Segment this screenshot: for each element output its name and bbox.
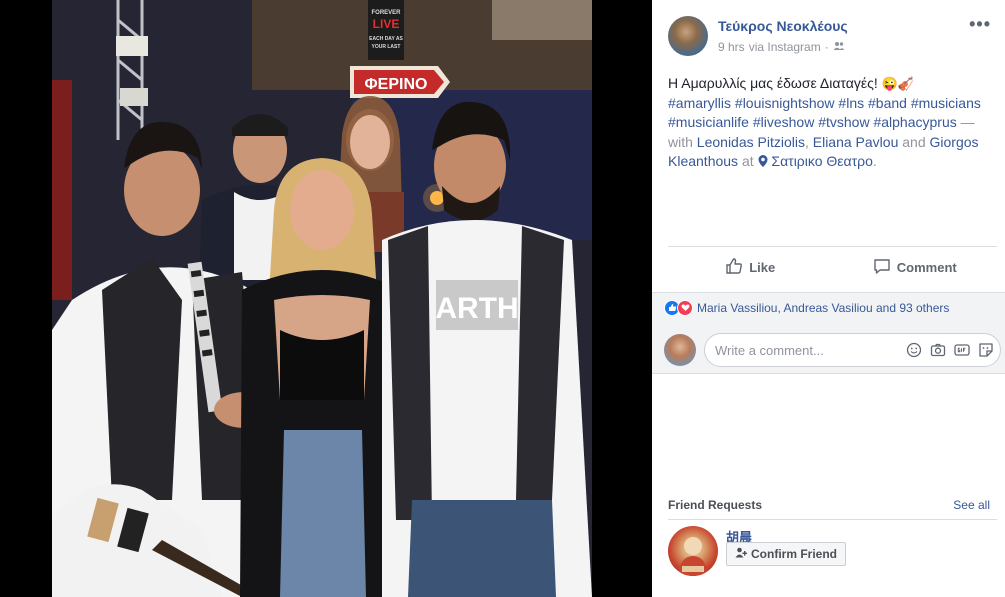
winking-tongue-emoji-icon: 😜 — [881, 76, 898, 91]
post-text: Η Αμαρυλλίς μας έδωσε Διαταγές! 😜🎻 #amar… — [652, 70, 1005, 172]
reactions-summary[interactable]: Maria Vassiliou, Andreas Vasiliou and 93… — [652, 292, 1005, 322]
post-header: Τεύκρος Νεοκλέους 9 hrs via Instagram · … — [652, 0, 1005, 70]
hashtag[interactable]: #lns — [838, 95, 864, 111]
friend-requests-title: Friend Requests — [668, 498, 763, 512]
reactions-text: Maria Vassiliou, Andreas Vasiliou and 93… — [697, 300, 950, 315]
confirm-friend-button[interactable]: Confirm Friend — [726, 542, 846, 566]
more-options-button[interactable]: ••• — [969, 14, 991, 35]
thumbs-up-icon — [725, 257, 743, 278]
hashtag[interactable]: #alphacyprus — [873, 114, 956, 130]
hashtag[interactable]: #musicians — [911, 95, 981, 111]
sign-arrow: ΦΕΡΙΝΟ — [365, 76, 428, 93]
dot-separator: · — [824, 40, 829, 54]
hashtag[interactable]: #amaryllis — [668, 95, 731, 111]
sticker-icon[interactable] — [978, 342, 994, 358]
sign-your-last: YOUR LAST — [372, 44, 401, 50]
comment-button[interactable]: Comment — [833, 257, 998, 278]
author-name[interactable]: Τεύκρος Νεοκλέους — [718, 18, 848, 34]
reaction-icons — [664, 299, 693, 316]
post-time[interactable]: 9 hrs — [718, 40, 745, 54]
requester-avatar[interactable] — [668, 526, 718, 576]
comment-bubble-icon — [873, 257, 891, 278]
hashtag[interactable]: #liveshow — [753, 114, 814, 130]
post-via: via Instagram — [748, 40, 821, 54]
like-button[interactable]: Like — [668, 257, 833, 278]
post-actions: Like Comment — [668, 246, 997, 287]
screen: FOREVER LIVE EACH DAY AS YOUR LAST ΦΕΡΙΝ… — [0, 0, 1005, 597]
add-friend-icon — [735, 547, 747, 561]
sign-each-day: EACH DAY AS — [369, 36, 403, 42]
comma-separator: , — [804, 133, 813, 150]
emoji-smile-icon[interactable] — [906, 342, 922, 358]
hashtag[interactable]: #band — [868, 95, 907, 111]
period: . — [872, 153, 877, 169]
tagged-person[interactable]: Leonidas Pitziolis — [697, 134, 805, 150]
photo-illustration: FOREVER LIVE EACH DAY AS YOUR LAST ΦΕΡΙΝ… — [52, 0, 592, 597]
post-caption: Η Αμαρυλλίς μας έδωσε Διαταγές! — [668, 75, 882, 91]
divider — [668, 519, 997, 520]
violin-emoji-icon: 🎻 — [897, 76, 914, 91]
and-separator: and — [898, 133, 930, 150]
gif-icon[interactable] — [954, 342, 970, 358]
location-pin-icon — [758, 153, 772, 169]
location-link[interactable]: Σατιρικο Θεατρο — [771, 153, 872, 169]
hashtag[interactable]: #musicianlife — [668, 114, 749, 130]
sign-live: LIVE — [373, 17, 400, 31]
like-label: Like — [749, 259, 776, 275]
tagged-person[interactable]: Eliana Pavlou — [813, 134, 899, 150]
at-word: at — [738, 153, 758, 169]
comment-label: Comment — [896, 259, 957, 275]
viewer-avatar[interactable] — [664, 334, 696, 366]
comment-input[interactable] — [715, 341, 895, 359]
comment-box[interactable] — [704, 333, 1001, 367]
see-all-link[interactable]: See all — [953, 498, 990, 512]
post-photo[interactable]: FOREVER LIVE EACH DAY AS YOUR LAST ΦΕΡΙΝ… — [52, 0, 592, 597]
friends-audience-icon[interactable] — [833, 40, 845, 54]
post-panel: Τεύκρος Νεοκλέους 9 hrs via Instagram · … — [652, 0, 1005, 597]
post-meta: 9 hrs via Instagram · — [718, 40, 845, 54]
hashtag[interactable]: #louisnightshow — [735, 95, 835, 111]
camera-icon[interactable] — [930, 342, 946, 358]
comment-composer — [652, 322, 1005, 374]
shirt-print: ARTH — [435, 292, 518, 325]
confirm-friend-label: Confirm Friend — [751, 547, 837, 561]
comment-tools — [906, 342, 994, 358]
sign-forever: FOREVER — [371, 10, 401, 16]
hashtag[interactable]: #tvshow — [818, 114, 869, 130]
author-avatar[interactable] — [668, 16, 708, 56]
love-reaction-icon — [677, 299, 693, 316]
